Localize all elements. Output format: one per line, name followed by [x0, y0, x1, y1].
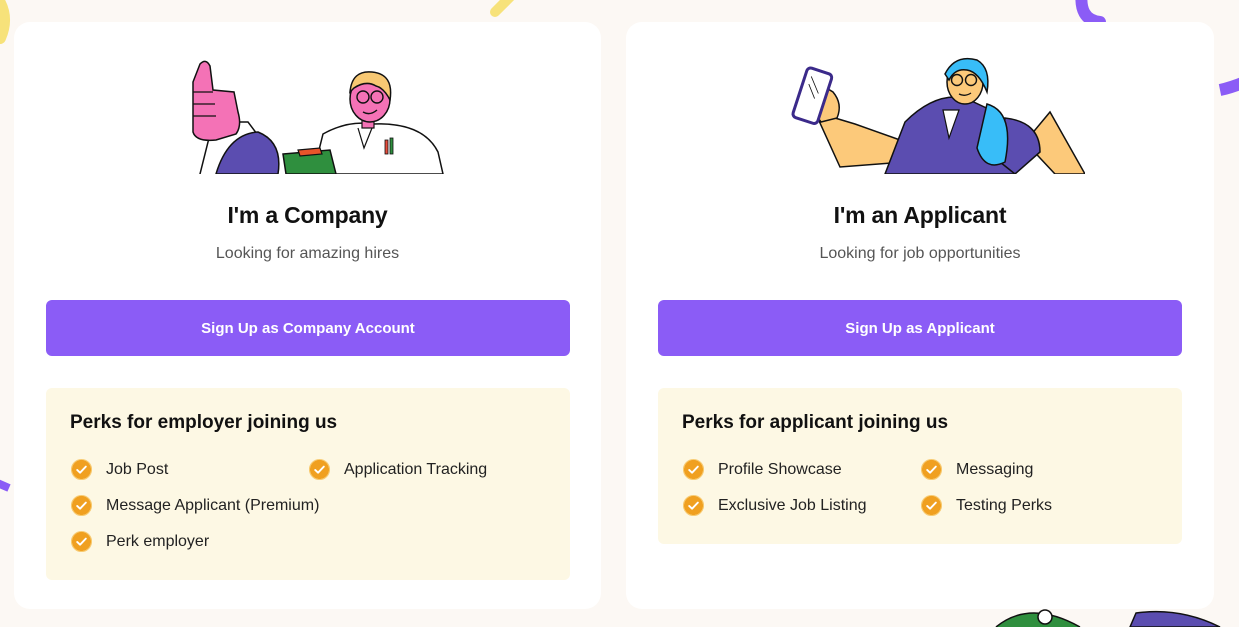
company-card[interactable]: I'm a Company Looking for amazing hires …: [14, 22, 601, 609]
check-circle-icon: [70, 494, 93, 517]
applicant-subtitle: Looking for job opportunities: [819, 245, 1021, 262]
perk-label: Message Applicant (Premium): [106, 496, 320, 514]
perk-label: Perk employer: [106, 532, 210, 550]
applicant-perks-title: Perks for applicant joining us: [682, 412, 949, 433]
check-circle-icon: [682, 458, 705, 481]
check-circle-icon: [70, 530, 93, 553]
check-circle-icon: [70, 458, 93, 481]
perk-label: Exclusive Job Listing: [718, 496, 867, 514]
perk-item: Application Tracking: [308, 458, 546, 481]
check-circle-icon: [920, 494, 943, 517]
applicant-card[interactable]: I'm an Applicant Looking for job opportu…: [626, 22, 1214, 609]
signup-applicant-button[interactable]: Sign Up as Applicant: [658, 300, 1182, 356]
perk-label: Messaging: [956, 460, 1034, 478]
company-title: I'm a Company: [227, 202, 388, 228]
decor-yellow-top: [490, 0, 515, 17]
company-illustration: [191, 60, 444, 174]
perk-item: Perk employer: [70, 530, 308, 553]
perk-label: Job Post: [106, 460, 169, 478]
perk-item: Job Post: [70, 458, 308, 481]
company-perks-list: Job Post Application Tracking Message Ap…: [70, 458, 546, 553]
perk-item: Exclusive Job Listing: [682, 494, 920, 517]
check-circle-icon: [920, 458, 943, 481]
signup-company-button[interactable]: Sign Up as Company Account: [46, 300, 570, 356]
perk-label: Testing Perks: [956, 496, 1053, 514]
check-circle-icon: [682, 494, 705, 517]
check-circle-icon: [308, 458, 331, 481]
perk-item: Testing Perks: [920, 494, 1158, 517]
decor-purple-left: [0, 479, 11, 492]
perk-label: Application Tracking: [344, 460, 488, 478]
company-perks-title: Perks for employer joining us: [70, 412, 338, 433]
company-perks-panel: Perks for employer joining us Job Post A…: [46, 388, 570, 580]
applicant-illustration: [791, 57, 1085, 174]
perk-item: Message Applicant (Premium): [70, 494, 546, 517]
applicant-perks-list: Profile Showcase Messaging Exclusive Job…: [682, 458, 1158, 517]
perk-item: Profile Showcase: [682, 458, 920, 481]
applicant-title: I'm an Applicant: [833, 202, 1007, 228]
perk-label: Profile Showcase: [718, 460, 842, 478]
applicant-perks-panel: Perks for applicant joining us Profile S…: [658, 388, 1182, 544]
company-subtitle: Looking for amazing hires: [215, 245, 400, 262]
perk-item: Messaging: [920, 458, 1158, 481]
